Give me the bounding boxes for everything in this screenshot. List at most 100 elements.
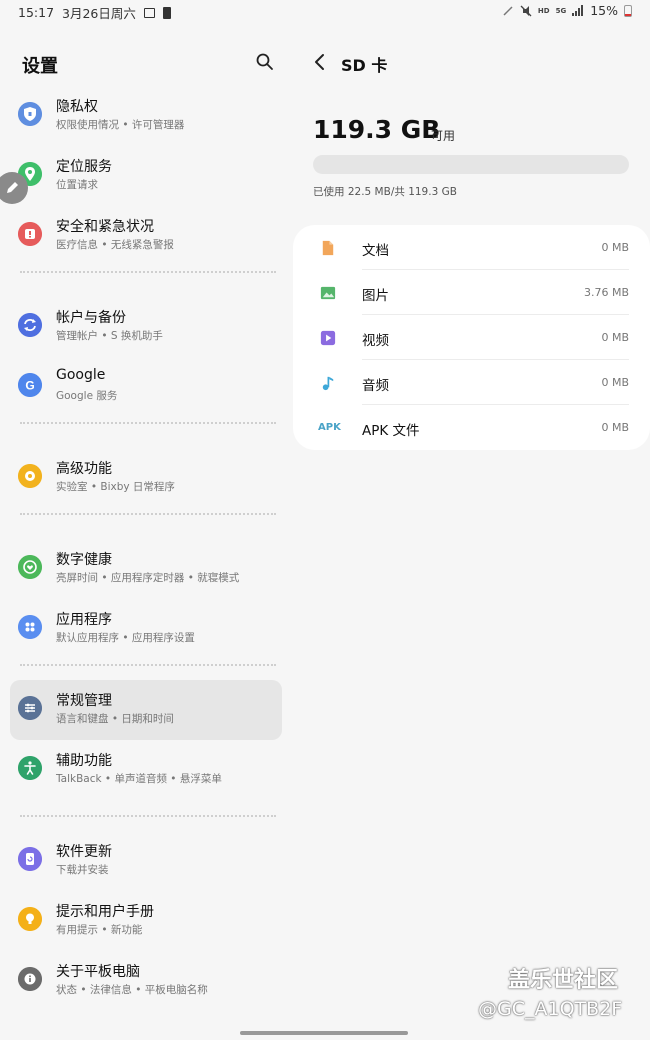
google-icon: G xyxy=(18,373,42,397)
storage-categories-card: 文档 0 MB 图片 3.76 MB 视频 0 MB 音频 0 MB APK APK 文件 0 MB xyxy=(293,225,650,450)
category-label: 音频 xyxy=(362,378,389,394)
category-label: APK 文件 xyxy=(362,423,420,439)
svg-text:G: G xyxy=(25,379,34,393)
settings-item-title: 定位服务 xyxy=(56,159,112,175)
category-label: 视频 xyxy=(362,333,389,349)
sync-icon xyxy=(18,313,42,337)
battery-percent: 15% xyxy=(590,3,618,18)
bulb-icon xyxy=(18,907,42,931)
pen-icon xyxy=(7,182,18,193)
back-arrow-icon[interactable] xyxy=(311,52,329,72)
settings-item-title: 关于平板电脑 xyxy=(56,964,140,980)
settings-item[interactable]: 提示和用户手册有用提示 • 新功能 xyxy=(10,891,282,951)
status-date: 3月26日周六 xyxy=(62,6,136,21)
settings-item[interactable]: 关于平板电脑状态 • 法律信息 • 平板电脑名称 xyxy=(10,951,282,1011)
category-size: 3.76 MB xyxy=(583,286,629,299)
section-divider xyxy=(20,422,276,424)
storage-category-row[interactable]: 文档 0 MB xyxy=(293,225,650,270)
category-size: 0 MB xyxy=(601,241,629,254)
settings-item[interactable]: 定位服务 位置请求 xyxy=(10,146,282,206)
category-label: 图片 xyxy=(362,288,389,304)
gear-plus-icon xyxy=(18,464,42,488)
document-icon xyxy=(322,240,334,256)
settings-item[interactable]: 安全和紧急状况医疗信息 • 无线紧急警报 xyxy=(10,206,282,266)
settings-item-subtitle: 权限使用情况 • 许可管理器 xyxy=(56,119,185,131)
emergency-icon xyxy=(18,222,42,246)
gallery-notification-icon xyxy=(143,7,155,18)
settings-item[interactable]: 帐户与备份管理帐户 • S 换机助手 xyxy=(10,297,282,357)
settings-item-subtitle: 医疗信息 • 无线紧急警报 xyxy=(56,239,174,251)
sliders-icon xyxy=(18,696,42,720)
hd-indicator: HD xyxy=(537,6,550,15)
settings-item-title: 应用程序 xyxy=(56,612,112,628)
sd-card-title: SD 卡 xyxy=(341,56,388,75)
pen-status-icon xyxy=(503,5,513,16)
settings-item-subtitle: 下载并安装 xyxy=(56,864,109,876)
settings-item-subtitle: 有用提示 • 新功能 xyxy=(56,924,143,936)
signal-icon xyxy=(572,5,584,16)
used-storage-text: 已使用 22.5 MB/共 119.3 GB xyxy=(313,186,457,198)
status-bar: 15:17 3月26日周六 HD 5G 15% xyxy=(0,0,650,22)
settings-item-subtitle: 位置请求 xyxy=(56,179,98,191)
info-icon xyxy=(18,967,42,991)
settings-item[interactable]: 常规管理语言和键盘 • 日期和时间 xyxy=(10,680,282,740)
category-size: 0 MB xyxy=(601,421,629,434)
settings-item-subtitle: 亮屏时间 • 应用程序定时器 • 就寝模式 xyxy=(56,572,240,584)
music-icon xyxy=(322,376,334,391)
settings-item-subtitle: 默认应用程序 • 应用程序设置 xyxy=(56,632,195,644)
settings-item-title: 帐户与备份 xyxy=(56,310,126,326)
watermark-title: 盖乐世社区 xyxy=(508,968,619,993)
storage-category-row[interactable]: 音频 0 MB xyxy=(293,360,650,405)
section-divider xyxy=(20,271,276,273)
settings-item[interactable]: 数字健康亮屏时间 • 应用程序定时器 • 就寝模式 xyxy=(10,539,282,599)
settings-item[interactable]: 应用程序默认应用程序 • 应用程序设置 xyxy=(10,599,282,659)
apps-icon xyxy=(18,615,42,639)
section-divider xyxy=(20,513,276,515)
heart-icon xyxy=(18,555,42,579)
clipboard-notification-icon xyxy=(162,6,171,19)
storage-category-row[interactable]: APK APK 文件 0 MB xyxy=(293,405,650,450)
available-label: 可用 xyxy=(431,129,456,143)
settings-item-title: 软件更新 xyxy=(56,844,112,860)
video-icon xyxy=(320,330,336,346)
battery-icon xyxy=(624,4,632,17)
settings-item-subtitle: 管理帐户 • S 换机助手 xyxy=(56,330,163,342)
shield-icon xyxy=(18,102,42,126)
settings-item[interactable]: 软件更新 下载并安装 xyxy=(10,831,282,891)
update-icon xyxy=(18,847,42,871)
accessibility-icon xyxy=(18,756,42,780)
settings-item-title: 高级功能 xyxy=(56,461,112,477)
storage-category-row[interactable]: 视频 0 MB xyxy=(293,315,650,360)
mute-icon xyxy=(520,5,532,16)
settings-item-subtitle: 语言和键盘 • 日期和时间 xyxy=(56,713,174,725)
settings-item-subtitle: Google 服务 xyxy=(56,390,118,402)
network-indicator: 5G xyxy=(555,6,567,15)
settings-item-title: 安全和紧急状况 xyxy=(56,219,154,235)
category-size: 0 MB xyxy=(601,376,629,389)
settings-item-subtitle: 状态 • 法律信息 • 平板电脑名称 xyxy=(56,984,208,996)
settings-item-subtitle: 实验室 • Bixby 日常程序 xyxy=(56,481,175,493)
settings-item-title: 提示和用户手册 xyxy=(56,904,154,920)
settings-item[interactable]: G Google Google 服务 xyxy=(10,357,282,417)
settings-item-title: 常规管理 xyxy=(56,693,112,709)
category-label: 文档 xyxy=(362,243,389,259)
settings-item-subtitle: TalkBack • 单声道音频 • 悬浮菜单 xyxy=(56,773,222,785)
settings-item[interactable]: 高级功能实验室 • Bixby 日常程序 xyxy=(10,448,282,508)
settings-item[interactable]: 辅助功能 TalkBack • 单声道音频 • 悬浮菜单 xyxy=(10,740,282,800)
settings-item-title: 数字健康 xyxy=(56,552,112,568)
settings-item[interactable]: 隐私权权限使用情况 • 许可管理器 xyxy=(10,86,282,146)
settings-title: 设置 xyxy=(22,56,58,77)
storage-category-row[interactable]: 图片 3.76 MB xyxy=(293,270,650,315)
settings-item-title: Google xyxy=(56,367,106,383)
storage-usage-bar xyxy=(313,155,629,174)
available-capacity: 119.3 GB xyxy=(313,115,441,144)
status-time: 15:17 xyxy=(18,5,55,20)
home-indicator[interactable] xyxy=(240,1031,408,1035)
section-divider xyxy=(20,815,276,817)
settings-item-title: 隐私权 xyxy=(56,99,98,115)
section-divider xyxy=(20,664,276,666)
apk-icon: APK xyxy=(318,422,341,433)
search-icon[interactable] xyxy=(255,52,275,72)
settings-item-title: 辅助功能 xyxy=(56,753,112,769)
watermark-user: @GC_A1QTB2F xyxy=(478,998,623,1020)
